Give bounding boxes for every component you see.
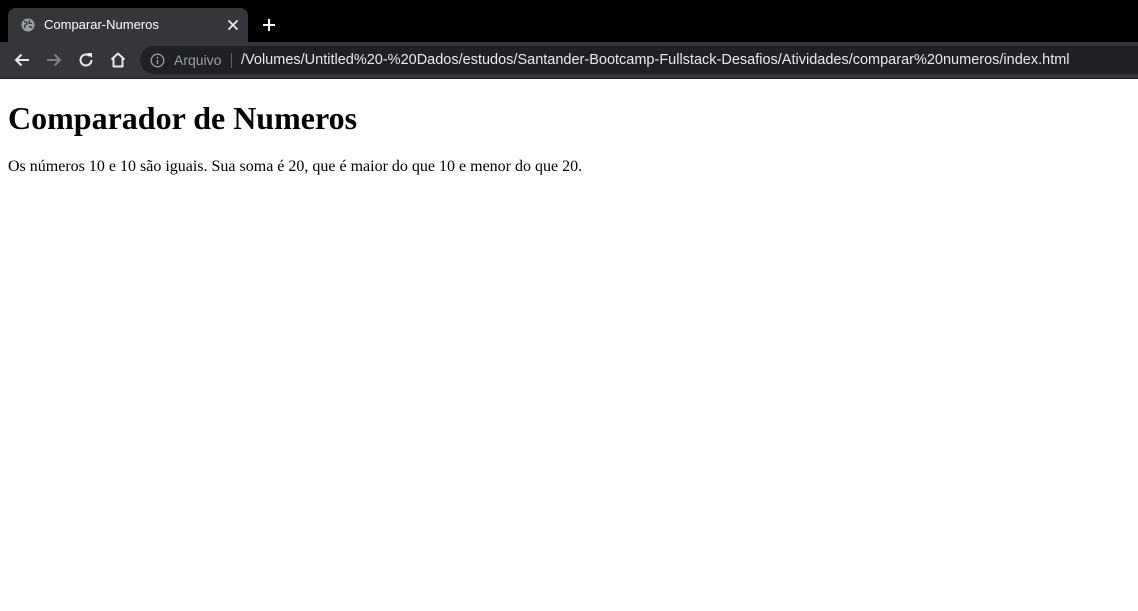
- page-content: Comparador de Numeros Os números 10 e 10…: [0, 100, 1138, 176]
- browser-toolbar: Arquivo /Volumes/Untitled%20-%20Dados/es…: [0, 42, 1138, 79]
- browser-window: Comparar-Numeros Arquivo /Volumes/Untitl…: [0, 0, 1138, 611]
- comparison-result: Os números 10 e 10 são iguais. Sua soma …: [8, 158, 583, 175]
- tab-comparar-numeros[interactable]: Comparar-Numeros: [8, 8, 248, 42]
- new-tab-icon[interactable]: [261, 17, 277, 33]
- omnibox-divider: [231, 53, 232, 68]
- forward-arrow-icon[interactable]: [44, 50, 64, 70]
- close-tab-icon[interactable]: [226, 18, 240, 32]
- home-icon[interactable]: [108, 50, 128, 70]
- page-heading: Comparador de Numeros: [8, 100, 358, 136]
- tab-strip: Comparar-Numeros: [0, 0, 1138, 42]
- reload-icon[interactable]: [76, 50, 96, 70]
- address-bar[interactable]: Arquivo /Volumes/Untitled%20-%20Dados/es…: [140, 46, 1138, 74]
- globe-icon: [21, 18, 35, 32]
- scheme-label: Arquivo: [174, 52, 222, 68]
- back-arrow-icon[interactable]: [12, 50, 32, 70]
- info-icon[interactable]: [150, 53, 165, 68]
- tab-title: Comparar-Numeros: [44, 17, 159, 32]
- url-text[interactable]: /Volumes/Untitled%20-%20Dados/estudos/Sa…: [241, 46, 1070, 74]
